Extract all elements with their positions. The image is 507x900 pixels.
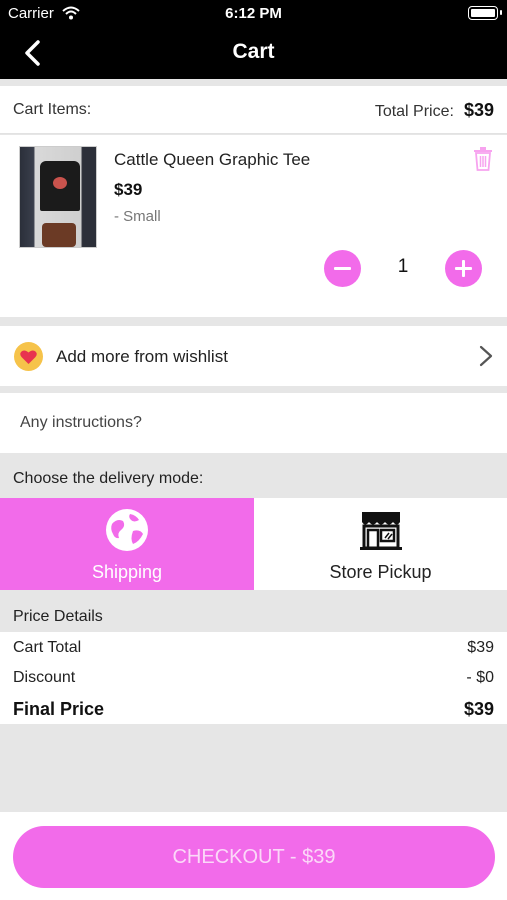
shipping-mode-option[interactable]: Shipping: [0, 498, 254, 590]
product-name[interactable]: Cattle Queen Graphic Tee: [114, 150, 310, 170]
total-price-label: Total Price:: [374, 103, 454, 120]
price-row-label: Cart Total: [13, 639, 82, 656]
price-row-final: Final Price $39: [13, 699, 494, 720]
trash-icon[interactable]: [472, 147, 494, 171]
page-title: Cart: [232, 40, 275, 63]
store-pickup-label: Store Pickup: [329, 562, 432, 582]
decrease-quantity-button[interactable]: [324, 250, 361, 287]
status-bar: Carrier 6:12 PM: [0, 0, 507, 28]
chevron-right-icon: [479, 345, 493, 367]
instructions-input[interactable]: [6, 407, 496, 439]
product-price: $39: [114, 180, 143, 199]
store-icon: [359, 512, 402, 550]
instructions-section: [0, 393, 507, 453]
price-details: Cart Total $39 Discount - $0 Final Price…: [0, 632, 507, 724]
price-row-label: Discount: [13, 669, 76, 686]
price-details-title: Price Details: [13, 608, 103, 625]
final-price-label: Final Price: [13, 699, 105, 719]
final-price-value: $39: [463, 699, 494, 719]
heart-icon: [14, 342, 43, 371]
price-row-value: - $0: [466, 669, 494, 686]
store-pickup-mode-option[interactable]: Store Pickup: [254, 498, 507, 590]
delivery-mode-title: Choose the delivery mode:: [13, 470, 204, 487]
quantity-value: 1: [397, 256, 409, 277]
add-from-wishlist-row[interactable]: Add more from wishlist: [0, 326, 507, 386]
product-image[interactable]: [19, 146, 97, 248]
wishlist-label: Add more from wishlist: [56, 347, 228, 366]
cart-items-label: Cart Items:: [13, 101, 92, 118]
price-row-value: $39: [467, 639, 494, 656]
increase-quantity-button[interactable]: [445, 250, 482, 287]
price-row-discount: Discount - $0: [13, 669, 494, 687]
checkout-button[interactable]: CHECKOUT - $39: [13, 826, 495, 888]
nav-bar: Cart: [0, 28, 507, 79]
total-price: Total Price: $39: [375, 100, 494, 121]
globe-icon: [106, 509, 148, 551]
clock: 6:12 PM: [225, 5, 282, 22]
cart-summary-header: Cart Items: Total Price: $39: [0, 86, 507, 134]
battery-icon: [468, 6, 502, 20]
product-variant: - Small: [114, 208, 161, 225]
price-row-cart-total: Cart Total $39: [13, 639, 494, 657]
total-price-value: $39: [463, 100, 494, 120]
shipping-label: Shipping: [91, 562, 163, 582]
